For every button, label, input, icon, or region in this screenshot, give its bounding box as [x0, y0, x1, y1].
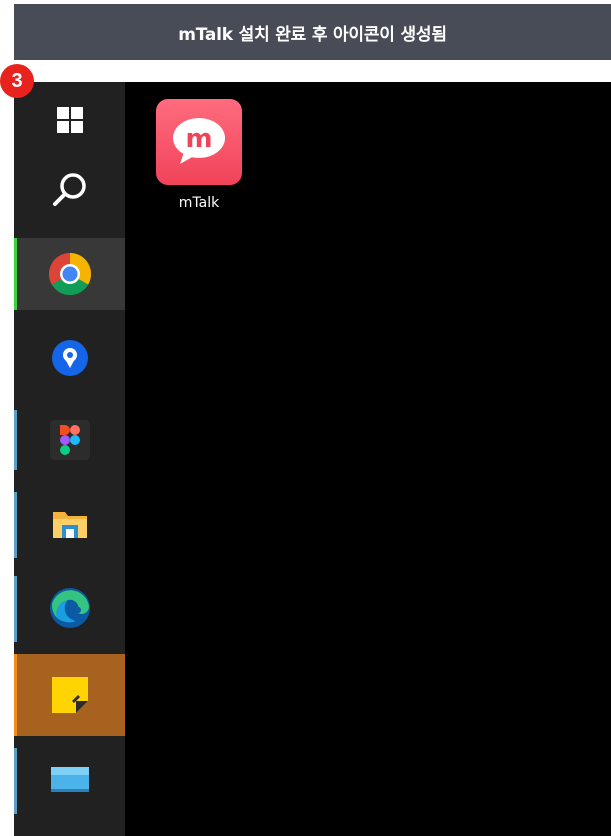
search-icon — [52, 173, 86, 206]
windows-logo-icon — [56, 107, 83, 133]
monitor-icon — [50, 767, 89, 792]
location-pin-icon — [51, 340, 88, 376]
active-indicator — [14, 238, 17, 310]
svg-text:m: m — [185, 124, 212, 154]
taskbar-file-explorer[interactable] — [14, 488, 125, 560]
sticky-note-icon — [51, 677, 88, 713]
start-button[interactable] — [14, 90, 125, 150]
mtalk-app-tile: m — [156, 99, 242, 185]
chrome-icon — [48, 253, 91, 296]
page-title: mTalk 설치 완료 후 아이콘이 생성됨 — [178, 24, 447, 45]
desktop-icon-mtalk[interactable]: m mTalk — [154, 99, 244, 211]
edge-icon — [49, 588, 90, 628]
taskbar-chrome[interactable] — [14, 238, 125, 310]
running-indicator — [14, 576, 17, 642]
taskbar-location-app[interactable] — [14, 322, 125, 394]
taskbar-desktop-app[interactable] — [14, 744, 125, 816]
desktop-icon-label: mTalk — [178, 195, 220, 211]
step-badge: 3 — [0, 64, 34, 98]
taskbar-edge[interactable] — [14, 572, 125, 644]
running-indicator — [14, 410, 17, 470]
running-indicator — [14, 492, 17, 558]
active-indicator — [14, 654, 17, 736]
taskbar-sticky-notes[interactable] — [14, 654, 125, 736]
folder-icon — [52, 512, 87, 538]
figma-icon — [49, 420, 90, 460]
header-banner: mTalk 설치 완료 후 아이콘이 생성됨 — [14, 4, 611, 60]
running-indicator — [14, 748, 17, 814]
taskbar — [14, 82, 125, 836]
search-button[interactable] — [14, 160, 125, 220]
desktop-screen: m mTalk — [14, 82, 611, 836]
mtalk-app-icon: m — [173, 118, 225, 164]
taskbar-figma[interactable] — [14, 404, 125, 476]
